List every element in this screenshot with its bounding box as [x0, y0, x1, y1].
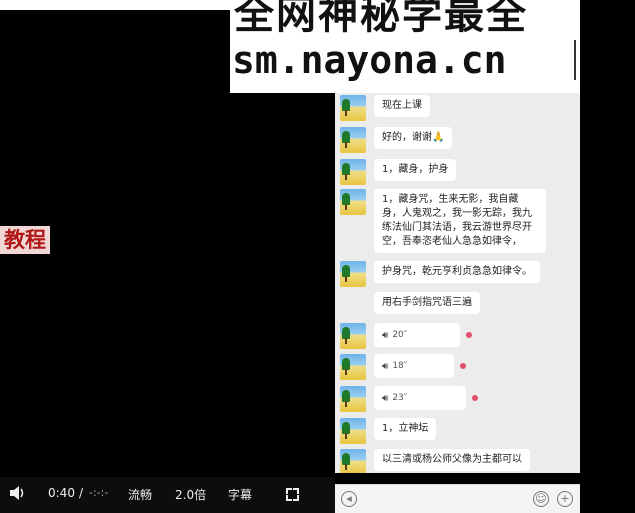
chat-message: 🔊︎ 20″	[340, 323, 472, 349]
avatar[interactable]	[340, 159, 366, 185]
voice-message[interactable]: 🔊︎ 20″	[374, 323, 460, 347]
video-overlay-text: 教程	[0, 226, 50, 254]
avatar[interactable]	[340, 386, 366, 412]
volume-icon[interactable]	[9, 485, 27, 501]
time-separator: /	[79, 486, 84, 500]
message-bubble: 1，藏身，护身	[374, 159, 457, 181]
unread-dot	[472, 395, 478, 401]
chat-input-bar: ◂ ☺ +	[335, 484, 580, 513]
player-controls: 0:40 / -:-:- 流畅 2.0倍 字幕	[0, 477, 335, 513]
message-bubble: 用右手剑指咒语三遍	[374, 292, 480, 314]
message-bubble: 好的，谢谢🙏	[374, 127, 453, 149]
unread-dot	[460, 363, 466, 369]
message-bubble: 1，立神坛	[374, 418, 437, 440]
plus-icon[interactable]: +	[557, 491, 573, 507]
chat-message: 🔊︎ 18″	[340, 354, 466, 380]
current-time: 0:40	[48, 486, 75, 500]
banner-line-1: 全网神秘学最全	[234, 0, 528, 38]
fullscreen-icon[interactable]	[286, 488, 299, 501]
avatar[interactable]	[340, 127, 366, 153]
chat-message: 护身咒，乾元亨利贞急急如律令。	[340, 261, 540, 287]
voice-message[interactable]: 🔊︎ 23″	[374, 386, 466, 410]
emoji-icon[interactable]: ☺	[533, 491, 549, 507]
chat-panel: 现在上课 好的，谢谢🙏 1，藏身，护身 1，藏身咒，生来无影，我自藏身，人鬼观之…	[335, 93, 580, 473]
message-bubble: 现在上课	[374, 95, 430, 117]
chat-message: 1，立神坛	[340, 418, 437, 444]
chat-message: 🔊︎ 23″	[340, 386, 478, 412]
watermark-banner: 全网神秘学最全 sm.nayona.cn	[230, 0, 580, 93]
audio-icon: 🔊︎	[382, 392, 389, 404]
avatar[interactable]	[340, 449, 366, 473]
chat-message: 1，藏身咒，生来无影，我自藏身，人鬼观之，我一影无踪，我九练法仙门其法语，我云游…	[340, 189, 546, 253]
voice-duration: 23″	[392, 393, 408, 403]
right-margin	[580, 93, 635, 484]
voice-mode-icon[interactable]: ◂	[341, 491, 357, 507]
speed-button[interactable]: 2.0倍	[175, 486, 206, 503]
message-bubble: 以三清或杨公师父像为主都可以	[374, 449, 530, 471]
avatar[interactable]	[340, 354, 366, 380]
chat-message: 1，藏身，护身	[340, 159, 457, 185]
audio-icon: 🔊︎	[382, 329, 389, 341]
banner-url: sm.nayona.cn	[232, 38, 507, 82]
avatar[interactable]	[340, 418, 366, 444]
voice-duration: 20″	[392, 330, 408, 340]
chat-message: 用右手剑指咒语三遍	[340, 292, 480, 318]
avatar[interactable]	[340, 189, 366, 215]
avatar[interactable]	[340, 95, 366, 121]
message-bubble: 1，藏身咒，生来无影，我自藏身，人鬼观之，我一影无踪，我九练法仙门其法语，我云游…	[374, 189, 546, 253]
top-strip	[0, 0, 230, 10]
chat-message: 现在上课	[340, 95, 430, 121]
avatar[interactable]	[340, 261, 366, 287]
quality-button[interactable]: 流畅	[128, 486, 152, 503]
text-caret	[574, 40, 576, 80]
voice-message[interactable]: 🔊︎ 18″	[374, 354, 454, 378]
audio-icon: 🔊︎	[382, 360, 389, 372]
message-bubble: 护身咒，乾元亨利贞急急如律令。	[374, 261, 540, 283]
unread-dot	[466, 332, 472, 338]
avatar[interactable]	[340, 323, 366, 349]
voice-duration: 18″	[392, 361, 408, 371]
subtitles-button[interactable]: 字幕	[228, 486, 252, 503]
chat-message: 以三清或杨公师父像为主都可以	[340, 449, 530, 473]
chat-message: 好的，谢谢🙏	[340, 127, 453, 153]
duration: -:-:-	[89, 486, 109, 499]
